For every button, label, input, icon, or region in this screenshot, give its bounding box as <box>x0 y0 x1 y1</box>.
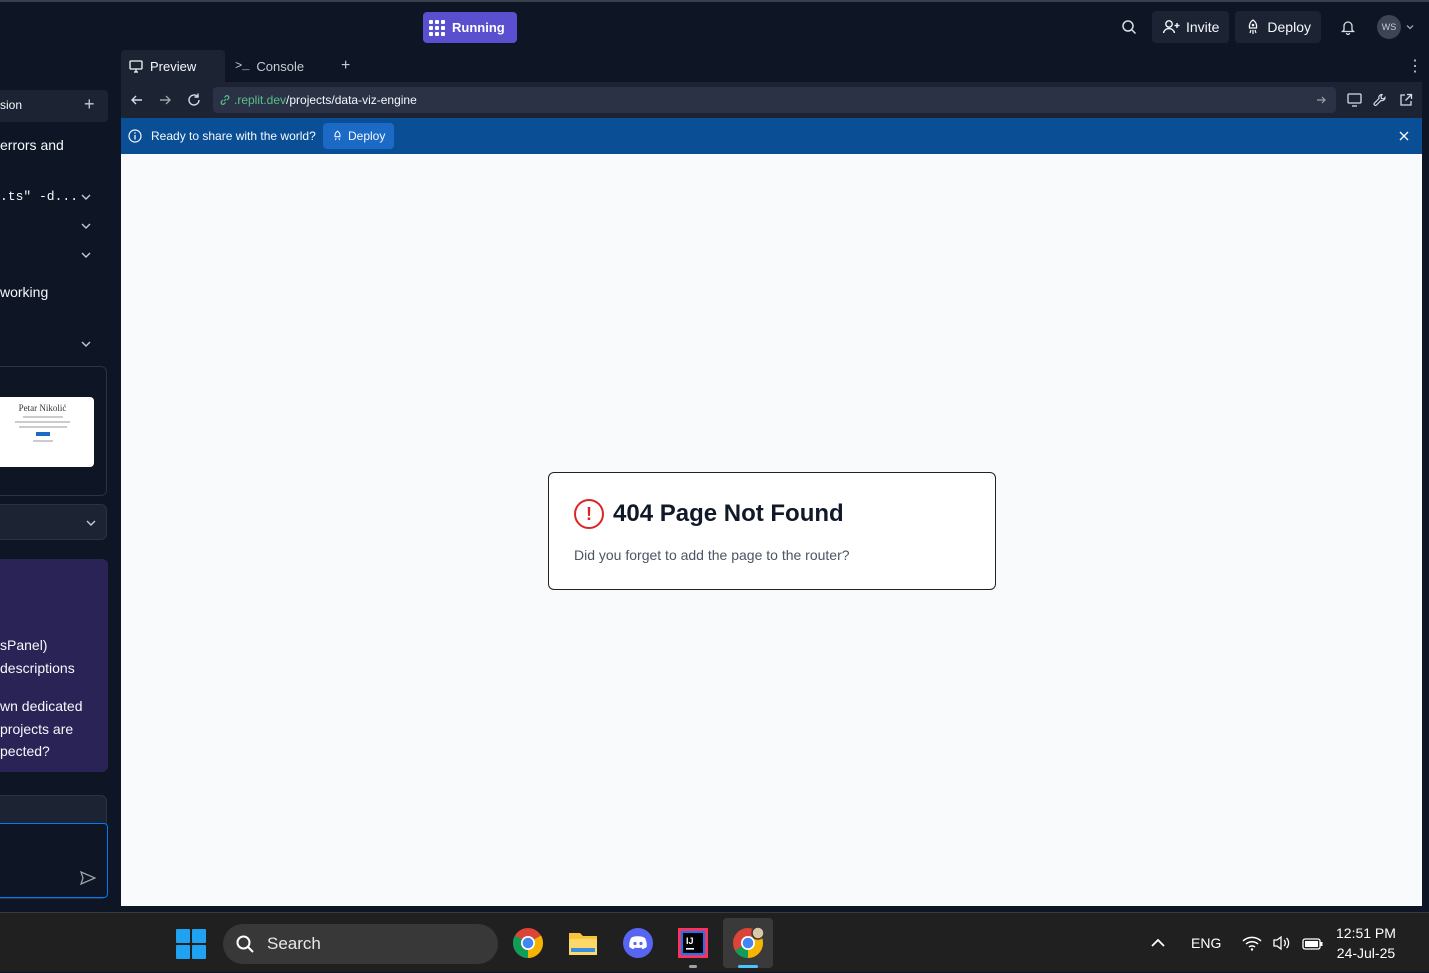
search-icon <box>236 935 254 953</box>
rocket-icon <box>334 130 341 141</box>
avatar: WS <box>1377 15 1401 39</box>
taskbar-search-label: Search <box>267 934 321 953</box>
search-icon[interactable] <box>1114 12 1144 42</box>
agent-message-card: sPanel) descriptions wn dedicated projec… <box>0 559 108 772</box>
chat-input[interactable] <box>0 823 108 898</box>
chevron-down-icon[interactable] <box>80 191 92 203</box>
external-link-icon[interactable] <box>1399 93 1413 107</box>
volume-icon <box>1273 935 1290 951</box>
deploy-button[interactable]: Deploy <box>1235 11 1321 43</box>
close-icon[interactable] <box>1398 130 1410 142</box>
message-line: pected? <box>0 743 50 759</box>
deploy-banner: Ready to share with the world? Deploy <box>121 118 1422 154</box>
collapsed-section[interactable] <box>0 504 107 540</box>
alert-circle-icon: ! <box>574 499 604 529</box>
tab-preview[interactable]: Preview <box>121 50 225 82</box>
preview-viewport: ! 404 Page Not Found Did you forget to a… <box>121 154 1422 906</box>
plus-icon: + <box>341 57 351 74</box>
code-line: .ts" -d... <box>0 189 79 204</box>
thumbnail-title: Petar Nikolić <box>18 403 67 413</box>
chevron-down-icon[interactable] <box>80 249 92 261</box>
chat-header: sion + <box>0 90 108 122</box>
windows-start-icon[interactable] <box>176 929 206 959</box>
not-found-card: ! 404 Page Not Found Did you forget to a… <box>548 472 996 590</box>
info-icon <box>128 129 142 143</box>
banner-deploy-label: Deploy <box>348 129 386 143</box>
run-status-button[interactable]: Running <box>423 12 517 43</box>
clock-date: 24-Jul-25 <box>1336 945 1396 961</box>
show-hidden-icons[interactable] <box>1150 913 1166 973</box>
chrome-icon[interactable] <box>508 923 548 963</box>
clock[interactable]: 12:51 PM 24-Jul-25 <box>1336 923 1396 963</box>
browser-bar: .replit.dev/projects/data-viz-engine <box>121 82 1422 118</box>
send-icon[interactable] <box>80 871 96 885</box>
invite-label: Invite <box>1185 19 1220 35</box>
banner-deploy-button[interactable]: Deploy <box>323 123 395 149</box>
agent-chat-panel: sion + errors and .ts" -d... working Pet… <box>0 50 116 912</box>
chevron-down-icon <box>86 520 96 526</box>
discord-icon[interactable] <box>618 923 658 963</box>
add-user-icon <box>1162 20 1180 34</box>
pane-tabs: Preview >_ Console + ⋮ <box>121 50 1423 82</box>
account-menu[interactable]: WS <box>1377 15 1415 39</box>
chevron-down-icon[interactable] <box>80 220 92 232</box>
replit-run-icon <box>429 19 445 36</box>
app-active-indicator <box>738 965 758 968</box>
chat-header-title: sion <box>0 98 23 112</box>
new-tab-button[interactable]: + <box>333 50 350 82</box>
top-bar: Running Invite Deploy WS <box>0 0 1429 50</box>
page-title: 404 Page Not Found <box>613 500 844 527</box>
clock-time: 12:51 PM <box>1336 925 1396 941</box>
page-message: Did you forget to add the page to the ro… <box>574 547 850 563</box>
devices-icon[interactable] <box>1347 93 1362 107</box>
url-path: /projects/data-viz-engine <box>286 93 417 107</box>
message-line: sPanel) <box>0 637 48 653</box>
chat-input-card <box>0 795 108 899</box>
system-tray[interactable] <box>1242 913 1324 973</box>
chevron-down-icon <box>1406 25 1414 30</box>
message-line: descriptions <box>0 660 75 676</box>
monitor-icon <box>129 59 143 73</box>
message-line: wn dedicated <box>0 698 83 714</box>
run-status-label: Running <box>452 20 505 35</box>
more-options-icon[interactable]: ⋮ <box>1399 50 1423 82</box>
wrench-icon[interactable] <box>1373 93 1387 107</box>
app-running-indicator <box>689 965 697 968</box>
forward-arrow-icon[interactable] <box>158 93 172 107</box>
chat-text-line: working <box>0 284 49 300</box>
screenshot-thumbnail[interactable]: Petar Nikolić <box>0 397 94 467</box>
taskbar-search[interactable]: Search <box>223 924 498 964</box>
plus-icon[interactable]: + <box>84 94 95 115</box>
wifi-icon <box>1242 936 1262 951</box>
url-input[interactable]: .replit.dev/projects/data-viz-engine <box>213 87 1336 113</box>
screenshot-card[interactable]: Petar Nikolić <box>0 366 107 496</box>
reload-icon[interactable] <box>186 92 202 108</box>
terminal-icon: >_ <box>235 59 250 73</box>
intellij-icon[interactable]: IJ <box>673 923 713 963</box>
back-arrow-icon[interactable] <box>130 93 144 107</box>
svg-text:IJ: IJ <box>686 936 694 946</box>
tab-preview-label: Preview <box>150 58 197 74</box>
taskbar: Search IJ ENG 12:51 PM 24-Jul-25 <box>0 912 1429 972</box>
tab-console[interactable]: >_ Console <box>227 50 327 82</box>
banner-text: Ready to share with the world? <box>151 129 316 143</box>
chevron-down-icon[interactable] <box>80 338 92 350</box>
deploy-label: Deploy <box>1267 19 1311 35</box>
language-label: ENG <box>1191 935 1222 951</box>
bell-icon[interactable] <box>1333 12 1363 42</box>
message-line: projects are <box>0 721 74 737</box>
chrome-profile-icon[interactable] <box>723 918 773 968</box>
go-arrow-icon[interactable] <box>1316 95 1326 105</box>
chat-text-line: errors and <box>0 137 64 153</box>
tab-console-label: Console <box>256 58 305 74</box>
url-domain: .replit.dev <box>234 93 287 107</box>
chevron-up-icon <box>1151 938 1165 947</box>
battery-icon <box>1302 938 1323 950</box>
invite-button[interactable]: Invite <box>1151 11 1230 43</box>
rocket-icon <box>1249 19 1258 34</box>
file-explorer-icon[interactable] <box>563 923 603 963</box>
link-icon <box>220 95 230 105</box>
language-indicator[interactable]: ENG <box>1191 913 1221 973</box>
